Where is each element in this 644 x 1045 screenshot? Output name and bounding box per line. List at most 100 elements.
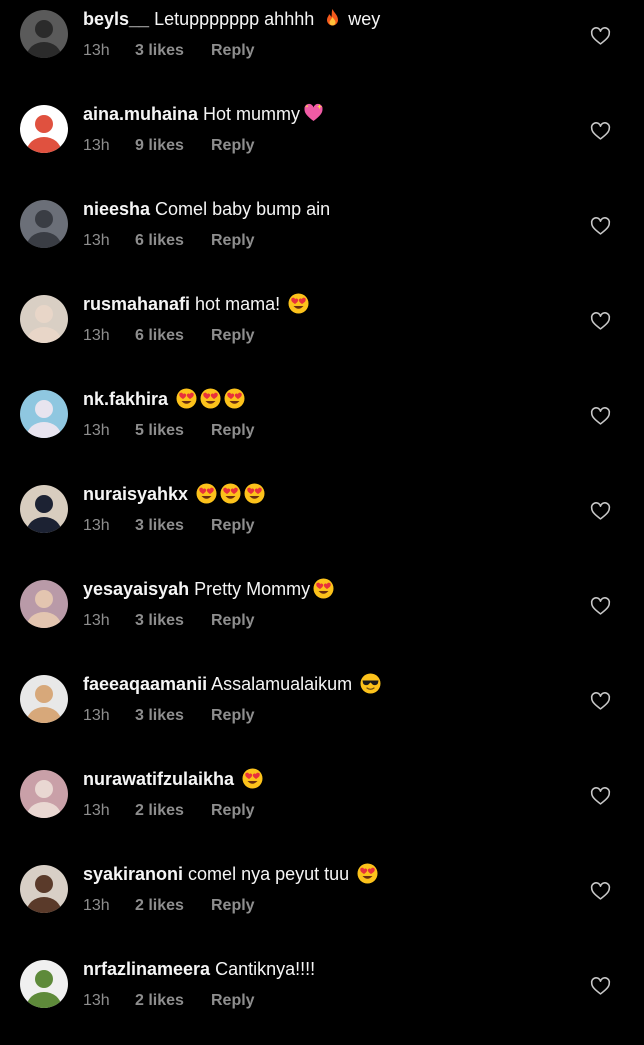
like-heart-icon[interactable]: [590, 26, 611, 47]
comment-body: Letuppppppp ahhhh: [149, 9, 320, 29]
comment-row: yesayaisyah Pretty Mommy 13h 3 likes Reply: [0, 570, 644, 665]
avatar[interactable]: [20, 580, 68, 628]
comment-meta: 13h 9 likes Reply: [83, 136, 255, 156]
sunglasses-emoji-icon: [360, 673, 381, 694]
avatar[interactable]: [20, 960, 68, 1008]
comment-body: comel nya peyut tuu: [183, 864, 355, 884]
reply-button[interactable]: Reply: [211, 706, 255, 726]
likes-count-link[interactable]: 2 likes: [135, 896, 211, 916]
like-heart-icon[interactable]: [590, 786, 611, 807]
reply-button[interactable]: Reply: [211, 516, 255, 536]
heart-eyes-emoji-icon: [196, 483, 217, 504]
reply-button[interactable]: Reply: [211, 41, 255, 61]
comment-body: Comel baby bump ain: [150, 199, 331, 219]
avatar[interactable]: [20, 295, 68, 343]
username-link[interactable]: aina.muhaina: [83, 104, 198, 124]
comment-row: syakiranoni comel nya peyut tuu 13h 2 lik…: [0, 855, 644, 950]
username-link[interactable]: nurawatifzulaikha: [83, 769, 234, 789]
comment-text: syakiranoni comel nya peyut tuu: [83, 862, 583, 886]
likes-count-link[interactable]: 3 likes: [135, 41, 211, 61]
avatar[interactable]: [20, 675, 68, 723]
heart-eyes-emoji-icon: [224, 388, 245, 409]
comment-row: faeeaqaamanii Assalamualaikum 13h 3 likes…: [0, 665, 644, 760]
like-heart-icon[interactable]: [590, 596, 611, 617]
like-heart-icon[interactable]: [590, 216, 611, 237]
avatar[interactable]: [20, 485, 68, 533]
like-heart-icon[interactable]: [590, 976, 611, 997]
like-heart-icon[interactable]: [590, 311, 611, 332]
comment-text: beyls__ Letuppppppp ahhhh wey: [83, 7, 583, 31]
reply-button[interactable]: Reply: [211, 991, 255, 1011]
comment-meta: 13h 2 likes Reply: [83, 801, 255, 821]
like-heart-icon[interactable]: [590, 406, 611, 427]
comment-meta: 13h 2 likes Reply: [83, 991, 255, 1011]
comment-meta: 13h 6 likes Reply: [83, 231, 255, 251]
like-heart-icon[interactable]: [590, 501, 611, 522]
comment-text: nieesha Comel baby bump ain: [83, 197, 583, 221]
username-link[interactable]: faeeaqaamanii: [83, 674, 207, 694]
likes-count-link[interactable]: 2 likes: [135, 991, 211, 1011]
comment-meta: 13h 5 likes Reply: [83, 421, 255, 441]
comment-meta: 13h 2 likes Reply: [83, 896, 255, 916]
like-heart-icon[interactable]: [590, 881, 611, 902]
reply-button[interactable]: Reply: [211, 136, 255, 156]
avatar[interactable]: [20, 10, 68, 58]
comment-meta: 13h 3 likes Reply: [83, 41, 255, 61]
heart-eyes-emoji-icon: [220, 483, 241, 504]
comment-meta: 13h 3 likes Reply: [83, 611, 255, 631]
reply-button[interactable]: Reply: [211, 611, 255, 631]
likes-count-link[interactable]: 3 likes: [135, 516, 211, 536]
comment-row: rusmahanafi hot mama! 13h 6 likes Reply: [0, 285, 644, 380]
likes-count-link[interactable]: 2 likes: [135, 801, 211, 821]
likes-count-link[interactable]: 3 likes: [135, 706, 211, 726]
like-heart-icon[interactable]: [590, 121, 611, 142]
comment-body-after: wey: [343, 9, 381, 29]
timestamp: 13h: [83, 327, 110, 344]
username-link[interactable]: nieesha: [83, 199, 150, 219]
reply-button[interactable]: Reply: [211, 326, 255, 346]
timestamp: 13h: [83, 422, 110, 439]
heart-eyes-emoji-icon: [357, 863, 378, 884]
comment-text: nk.fakhira: [83, 387, 583, 411]
comment-list: beyls__ Letuppppppp ahhhh wey 13h 3 likes R…: [0, 0, 644, 1024]
timestamp: 13h: [83, 42, 110, 59]
comment-meta: 13h 3 likes Reply: [83, 706, 255, 726]
avatar[interactable]: [20, 865, 68, 913]
comment-meta: 13h 6 likes Reply: [83, 326, 255, 346]
avatar[interactable]: [20, 770, 68, 818]
likes-count-link[interactable]: 5 likes: [135, 421, 211, 441]
likes-count-link[interactable]: 6 likes: [135, 326, 211, 346]
comment-row: nk.fakhira 13h 5 likes Reply: [0, 380, 644, 475]
username-link[interactable]: beyls__: [83, 9, 149, 29]
username-link[interactable]: nk.fakhira: [83, 389, 168, 409]
likes-count-link[interactable]: 3 likes: [135, 611, 211, 631]
username-link[interactable]: nrfazlinameera: [83, 959, 210, 979]
reply-button[interactable]: Reply: [211, 231, 255, 251]
comment-text: aina.muhaina Hot mummy: [83, 102, 583, 126]
timestamp: 13h: [83, 612, 110, 629]
reply-button[interactable]: Reply: [211, 421, 255, 441]
avatar[interactable]: [20, 105, 68, 153]
timestamp: 13h: [83, 517, 110, 534]
username-link[interactable]: syakiranoni: [83, 864, 183, 884]
avatar[interactable]: [20, 200, 68, 248]
like-heart-icon[interactable]: [590, 691, 611, 712]
likes-count-link[interactable]: 6 likes: [135, 231, 211, 251]
reply-button[interactable]: Reply: [211, 801, 255, 821]
comment-text: faeeaqaamanii Assalamualaikum: [83, 672, 583, 696]
avatar[interactable]: [20, 390, 68, 438]
username-link[interactable]: yesayaisyah: [83, 579, 189, 599]
reply-button[interactable]: Reply: [211, 896, 255, 916]
heart-eyes-emoji-icon: [200, 388, 221, 409]
timestamp: 13h: [83, 707, 110, 724]
comment-row: nieesha Comel baby bump ain 13h 6 likes Rep…: [0, 190, 644, 285]
comment-body: [168, 389, 173, 409]
comment-body: [188, 484, 193, 504]
comment-text: yesayaisyah Pretty Mommy: [83, 577, 583, 601]
likes-count-link[interactable]: 9 likes: [135, 136, 211, 156]
username-link[interactable]: rusmahanafi: [83, 294, 190, 314]
timestamp: 13h: [83, 897, 110, 914]
timestamp: 13h: [83, 992, 110, 1009]
username-link[interactable]: nuraisyahkx: [83, 484, 188, 504]
comment-text: nrfazlinameera Cantiknya!!!!: [83, 957, 583, 981]
